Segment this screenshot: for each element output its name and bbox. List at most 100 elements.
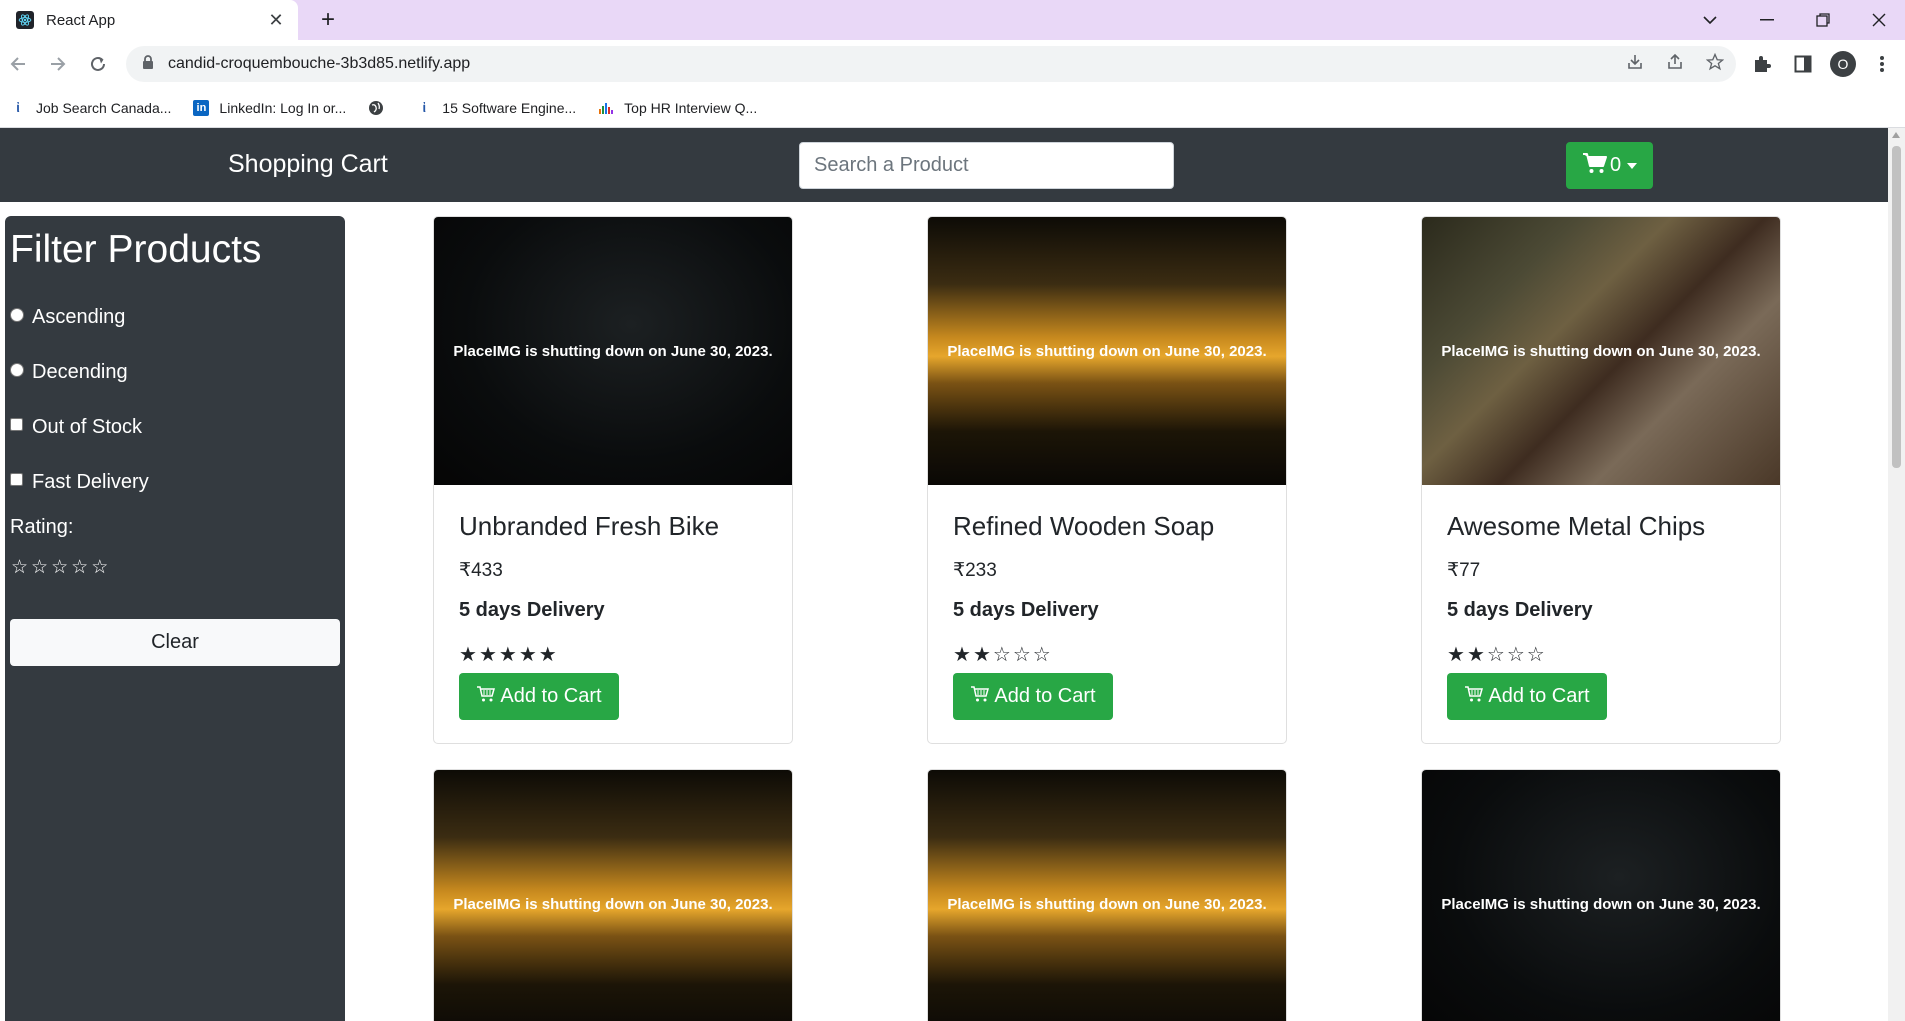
bookmark-software-engineer[interactable]: ἰ 15 Software Engine... bbox=[416, 100, 576, 116]
product-price: ₹433 bbox=[459, 560, 503, 581]
product-rating: ★ ★ ☆ ☆ ☆ bbox=[953, 642, 1051, 667]
ascending-radio[interactable] bbox=[10, 307, 24, 322]
filter-sidebar: Filter Products Ascending Decending Out … bbox=[5, 216, 345, 1021]
new-tab-icon[interactable]: + bbox=[314, 6, 342, 34]
product-card: PlaceIMG is shutting down on June 30, 20… bbox=[927, 216, 1287, 744]
star-outline-icon[interactable]: ☆ bbox=[91, 556, 108, 579]
search-input[interactable]: Search a Product bbox=[799, 142, 1174, 189]
bookmark-globe[interactable] bbox=[368, 100, 394, 116]
product-card: PlaceIMG is shutting down on June 30, 20… bbox=[433, 216, 793, 744]
linkedin-icon: in bbox=[193, 99, 210, 116]
star-outline-icon: ☆ bbox=[992, 644, 1011, 666]
app-navbar: Shopping Cart Search a Product 0 bbox=[0, 128, 1888, 202]
product-card: PlaceIMG is shutting down on June 30, 20… bbox=[927, 769, 1287, 1021]
cart-dropdown-button[interactable]: 0 bbox=[1566, 142, 1653, 189]
filter-title: Filter Products bbox=[10, 228, 262, 271]
url-text: candid-croquembouche-3b3d85.netlify.app bbox=[168, 55, 471, 72]
product-card: PlaceIMG is shutting down on June 30, 20… bbox=[1421, 216, 1781, 744]
minimize-icon[interactable] bbox=[1740, 0, 1794, 40]
product-delivery: 5 days Delivery bbox=[953, 599, 1099, 621]
product-price: ₹77 bbox=[1447, 560, 1481, 581]
out-of-stock-checkbox[interactable] bbox=[10, 418, 23, 431]
product-delivery: 5 days Delivery bbox=[1447, 599, 1593, 621]
product-card: PlaceIMG is shutting down on June 30, 20… bbox=[433, 769, 793, 1021]
star-outline-icon: ☆ bbox=[1012, 644, 1031, 666]
bookmark-star-icon[interactable] bbox=[1705, 52, 1725, 76]
product-delivery: 5 days Delivery bbox=[459, 599, 605, 621]
indeed-icon: ἰ bbox=[422, 100, 427, 115]
react-icon bbox=[16, 11, 34, 29]
rating-filter-stars: ☆ ☆ ☆ ☆ ☆ bbox=[11, 556, 108, 579]
profile-avatar[interactable]: O bbox=[1827, 48, 1859, 80]
fast-delivery-option[interactable]: Fast Delivery bbox=[10, 471, 149, 494]
close-window-icon[interactable] bbox=[1852, 0, 1905, 40]
star-outline-icon[interactable]: ☆ bbox=[31, 556, 48, 579]
product-name: Awesome Metal Chips bbox=[1447, 511, 1706, 541]
sort-descending-option[interactable]: Decending bbox=[10, 361, 128, 384]
page-viewport: Shopping Cart Search a Product 0 Filter … bbox=[0, 128, 1888, 1021]
close-tab-icon[interactable]: ✕ bbox=[264, 8, 288, 32]
side-panel-icon[interactable] bbox=[1787, 48, 1819, 80]
browser-toolbar: candid-croquembouche-3b3d85.netlify.app … bbox=[0, 40, 1905, 88]
star-outline-icon[interactable]: ☆ bbox=[51, 556, 68, 579]
share-icon[interactable] bbox=[1666, 53, 1684, 76]
cart-add-icon bbox=[970, 685, 990, 709]
browser-tab[interactable]: React App ✕ bbox=[0, 0, 298, 40]
product-image: PlaceIMG is shutting down on June 30, 20… bbox=[928, 770, 1286, 1021]
lock-icon bbox=[142, 54, 154, 74]
product-name: Unbranded Fresh Bike bbox=[459, 511, 720, 541]
cart-add-icon bbox=[476, 685, 496, 709]
clear-filters-button[interactable]: Clear bbox=[10, 619, 340, 666]
add-to-cart-button[interactable]: Add to Cart bbox=[953, 673, 1113, 720]
out-of-stock-option[interactable]: Out of Stock bbox=[10, 416, 142, 439]
star-filled-icon: ★ bbox=[498, 644, 517, 666]
star-outline-icon: ☆ bbox=[1032, 644, 1051, 666]
star-filled-icon: ★ bbox=[972, 644, 991, 666]
star-outline-icon[interactable]: ☆ bbox=[11, 556, 28, 579]
star-outline-icon: ☆ bbox=[1526, 644, 1545, 666]
brand-title[interactable]: Shopping Cart bbox=[228, 150, 388, 179]
scroll-thumb[interactable] bbox=[1892, 146, 1901, 468]
add-to-cart-button[interactable]: Add to Cart bbox=[459, 673, 619, 720]
product-image: PlaceIMG is shutting down on June 30, 20… bbox=[434, 217, 792, 485]
page-scrollbar[interactable] bbox=[1888, 128, 1905, 1021]
product-card: PlaceIMG is shutting down on June 30, 20… bbox=[1421, 769, 1781, 1021]
product-image: PlaceIMG is shutting down on June 30, 20… bbox=[434, 770, 792, 1021]
star-filled-icon: ★ bbox=[538, 644, 557, 666]
star-filled-icon: ★ bbox=[1447, 644, 1465, 666]
product-image: PlaceIMG is shutting down on June 30, 20… bbox=[928, 217, 1286, 485]
browser-menu-icon[interactable] bbox=[1866, 48, 1898, 80]
product-name: Refined Wooden Soap bbox=[953, 511, 1215, 541]
install-app-icon[interactable] bbox=[1626, 53, 1644, 76]
tab-search-icon[interactable] bbox=[1683, 0, 1737, 40]
forward-icon[interactable] bbox=[42, 48, 74, 80]
sort-ascending-option[interactable]: Ascending bbox=[10, 306, 125, 329]
tab-title: React App bbox=[46, 11, 116, 29]
star-filled-icon: ★ bbox=[953, 644, 971, 666]
product-image: PlaceIMG is shutting down on June 30, 20… bbox=[1422, 770, 1780, 1021]
bookmark-job-search[interactable]: ἰ Job Search Canada... bbox=[10, 100, 171, 116]
reload-icon[interactable] bbox=[82, 48, 114, 80]
add-to-cart-button[interactable]: Add to Cart bbox=[1447, 673, 1607, 720]
restore-icon[interactable] bbox=[1796, 0, 1850, 40]
scroll-up-icon[interactable] bbox=[1892, 132, 1900, 138]
browser-tab-strip: React App ✕ + bbox=[0, 0, 1905, 40]
star-outline-icon: ☆ bbox=[1486, 644, 1505, 666]
bookmark-hr-interview[interactable]: Top HR Interview Q... bbox=[598, 100, 757, 116]
star-outline-icon[interactable]: ☆ bbox=[71, 556, 88, 579]
extensions-icon[interactable] bbox=[1746, 48, 1778, 80]
bookmark-linkedin[interactable]: in LinkedIn: Log In or... bbox=[193, 99, 346, 116]
star-filled-icon: ★ bbox=[478, 644, 497, 666]
chart-icon bbox=[598, 100, 614, 116]
product-image: PlaceIMG is shutting down on June 30, 20… bbox=[1422, 217, 1780, 485]
fast-delivery-checkbox[interactable] bbox=[10, 473, 23, 486]
star-filled-icon: ★ bbox=[518, 644, 537, 666]
product-rating: ★ ★ ★ ★ ★ bbox=[459, 642, 557, 667]
address-bar[interactable]: candid-croquembouche-3b3d85.netlify.app bbox=[126, 46, 1736, 82]
star-outline-icon: ☆ bbox=[1506, 644, 1525, 666]
cart-add-icon bbox=[1464, 685, 1484, 709]
chevron-down-icon bbox=[1627, 162, 1638, 169]
descending-radio[interactable] bbox=[10, 362, 24, 377]
globe-icon bbox=[368, 100, 384, 116]
back-icon[interactable] bbox=[2, 48, 34, 80]
